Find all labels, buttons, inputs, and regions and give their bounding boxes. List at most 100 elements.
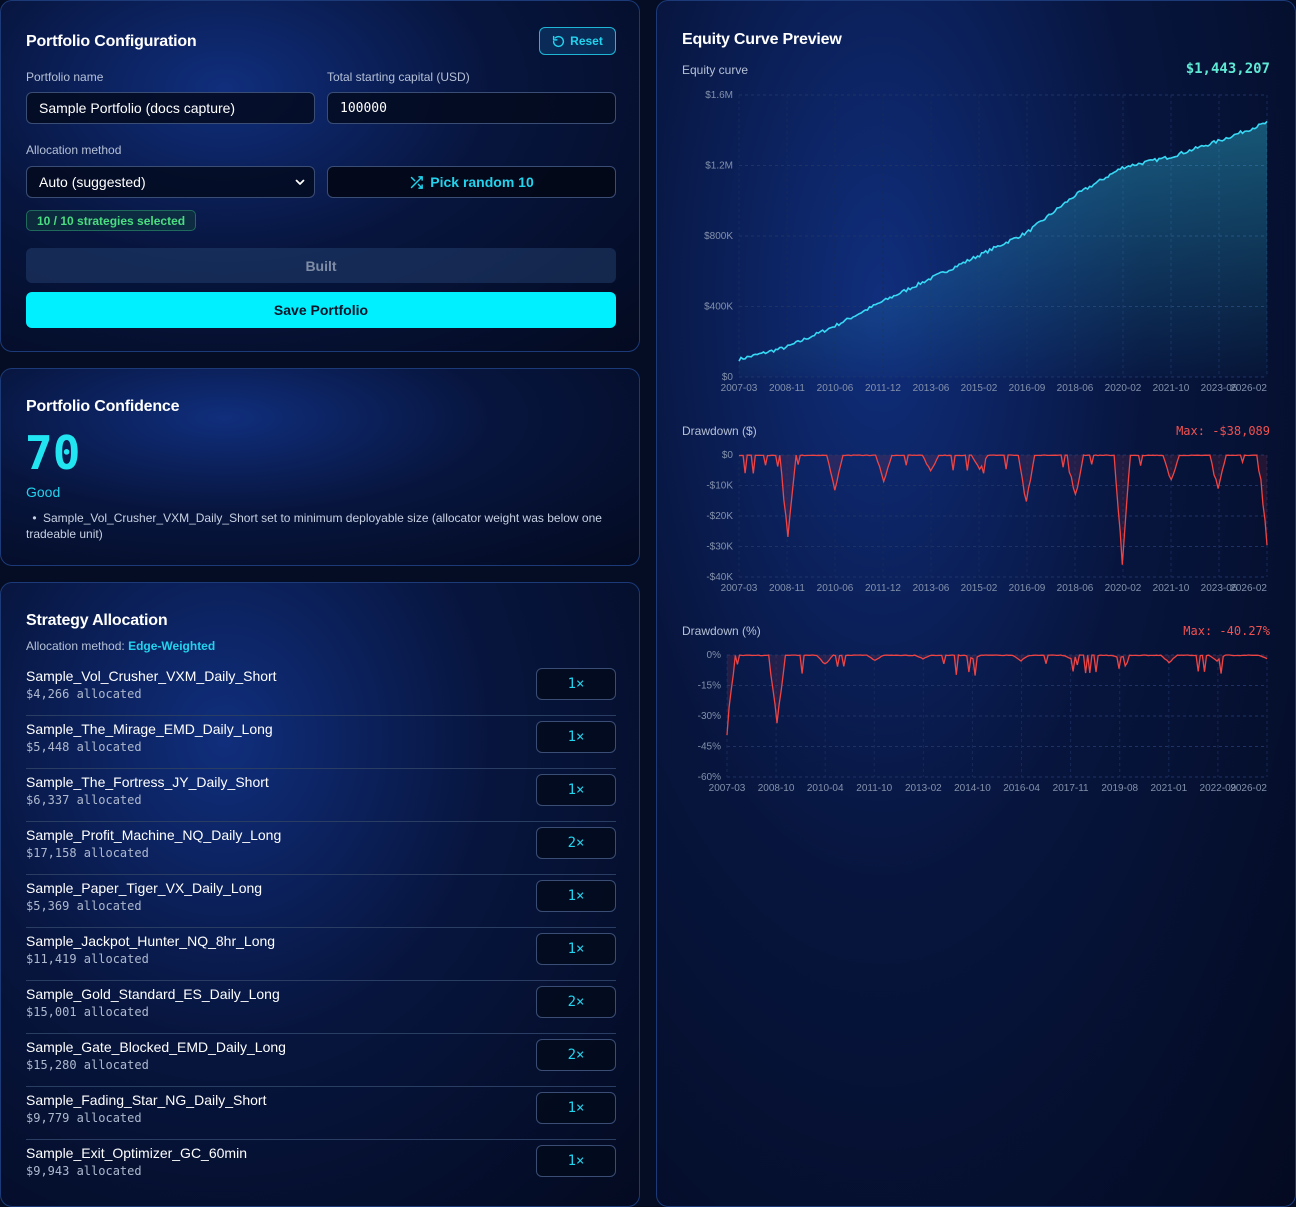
multiplier-button[interactable]: 1× [536, 933, 616, 965]
allocation-method-name: Edge-Weighted [128, 639, 216, 653]
strategy-name: Sample_Exit_Optimizer_GC_60min [26, 1145, 247, 1161]
allocated-amount: $9,779 allocated [26, 1111, 142, 1125]
allocated-amount: $9,943 allocated [26, 1164, 142, 1178]
save-portfolio-button[interactable]: Save Portfolio [26, 292, 616, 328]
drawdown-area [739, 455, 1267, 565]
y-tick-label: -30% [698, 711, 721, 722]
y-tick-label: $0 [722, 450, 734, 461]
allocation-method-line: Allocation method: Edge-Weighted [26, 639, 215, 653]
y-tick-label: -$30K [706, 542, 733, 553]
allocated-amount: $6,337 allocated [26, 793, 142, 807]
allocation-method-select[interactable]: Auto (suggested) [26, 166, 315, 198]
allocated-amount: $17,158 allocated [26, 846, 149, 860]
x-tick-label: 2016-09 [1009, 383, 1046, 394]
allocated-amount: $15,001 allocated [26, 1005, 149, 1019]
y-tick-label: -$40K [706, 572, 733, 583]
starting-capital-input[interactable]: 100000 [327, 92, 616, 124]
allocated-amount: $5,369 allocated [26, 899, 142, 913]
confidence-note: • Sample_Vol_Crusher_VXM_Daily_Short set … [26, 510, 616, 542]
starting-capital-value: 100000 [340, 100, 387, 116]
pick-random-label: Pick random 10 [430, 174, 534, 190]
x-tick-label: 2018-06 [1057, 583, 1094, 594]
drawdown-usd-chart: $0 -$10K -$20K -$30K -$40K2007-03 2008-11 2010… [706, 450, 1268, 594]
shuffle-icon [411, 175, 424, 189]
x-tick-label: 2008-11 [769, 383, 805, 394]
multiplier-button[interactable]: 2× [536, 1039, 616, 1071]
starting-capital-label: Total starting capital (USD) [327, 70, 470, 84]
confidence-score: 70 [25, 426, 81, 480]
x-tick-label: 2007-03 [721, 583, 758, 594]
strategy-name: Sample_Paper_Tiger_VX_Daily_Long [26, 880, 263, 896]
strategy-name: Sample_Gate_Blocked_EMD_Daily_Long [26, 1039, 286, 1055]
strategy-name: Sample_Gold_Standard_ES_Daily_Long [26, 986, 280, 1002]
rotate-ccw-icon [553, 35, 565, 47]
built-button[interactable]: Built [26, 248, 616, 283]
x-tick-label: 2007-03 [721, 383, 758, 394]
multiplier-button[interactable]: 2× [536, 827, 616, 859]
x-tick-label: 2008-11 [769, 583, 805, 594]
allocation-method-label: Allocation method [26, 143, 122, 157]
x-tick-label: 2021-10 [1153, 583, 1190, 594]
strategy-name: Sample_Vol_Crusher_VXM_Daily_Short [26, 668, 277, 684]
x-tick-label: 2015-02 [961, 383, 998, 394]
panel-title: Equity Curve Preview [682, 31, 842, 48]
strategy-name: Sample_Profit_Machine_NQ_Daily_Long [26, 827, 282, 843]
x-tick-label: 2011-12 [865, 383, 901, 394]
confidence-rating: Good [26, 484, 61, 500]
x-tick-label: 2008-10 [758, 783, 795, 794]
x-tick-label: 2013-06 [913, 383, 950, 394]
y-tick-label: -45% [698, 742, 721, 753]
equity-final-value: $1,443,207 [1185, 61, 1270, 77]
multiplier-button[interactable]: 1× [536, 668, 616, 700]
multiplier-button[interactable]: 1× [536, 774, 616, 806]
equity-curve-chart: $0 $400K $800K $1.2M $1.6M 2007-03 2008-11 2010… [704, 90, 1268, 394]
y-tick-label: $400K [704, 302, 733, 313]
multiplier-button[interactable]: 1× [536, 721, 616, 753]
portfolio-name-input[interactable]: Sample Portfolio (docs capture) [26, 92, 315, 124]
reset-button[interactable]: Reset [539, 27, 616, 55]
portfolio-name-value: Sample Portfolio (docs capture) [39, 100, 236, 116]
x-tick-label: 2010-06 [817, 383, 854, 394]
drawdown-usd-label: Drawdown ($) [682, 424, 757, 438]
drawdown-usd-max: Max: -$38,089 [1176, 424, 1270, 438]
x-tick-label: 2020-02 [1105, 583, 1142, 594]
strategy-name: Sample_The_Mirage_EMD_Daily_Long [26, 721, 273, 737]
equity-curve-preview-panel: Equity Curve Preview Equity curve $1,443… [656, 0, 1296, 1207]
y-tick-label: -$10K [706, 481, 733, 492]
multiplier-button[interactable]: 1× [536, 1145, 616, 1177]
list-item: Sample_Fading_Star_NG_Daily_Short $9,779… [26, 1087, 616, 1140]
multiplier-button[interactable]: 1× [536, 880, 616, 912]
pick-random-button[interactable]: Pick random 10 [327, 166, 616, 198]
strategy-name: Sample_The_Fortress_JY_Daily_Short [26, 774, 269, 790]
equity-area [739, 121, 1267, 378]
x-tick-label: 2026-02 [1230, 583, 1267, 594]
multiplier-button[interactable]: 1× [536, 1092, 616, 1124]
x-tick-label: 2007-03 [709, 783, 746, 794]
strategies-selected-badge: 10 / 10 strategies selected [26, 210, 197, 231]
equity-curve-label: Equity curve [682, 63, 749, 77]
list-item: Sample_Exit_Optimizer_GC_60min $9,943 al… [26, 1140, 616, 1193]
strategy-allocation-panel: Strategy Allocation Allocation method: E… [0, 582, 640, 1207]
portfolio-name-label: Portfolio name [26, 70, 104, 84]
panel-title: Portfolio Configuration [26, 33, 197, 50]
y-tick-label: $0 [722, 372, 734, 383]
reset-label: Reset [570, 34, 603, 48]
portfolio-configuration-panel: Portfolio Configuration Reset Portfolio … [0, 0, 640, 352]
x-tick-label: 2015-02 [961, 583, 998, 594]
x-tick-label: 2026-02 [1230, 783, 1267, 794]
portfolio-confidence-panel: Portfolio Confidence 70 Good • Sample_Vol… [0, 368, 640, 566]
x-tick-label: 2011-10 [856, 783, 892, 794]
drawdown-line [726, 654, 1268, 736]
y-tick-label: -60% [698, 772, 721, 783]
list-item: Sample_The_Mirage_EMD_Daily_Long $5,448 … [26, 716, 616, 769]
chevron-down-icon [295, 179, 305, 185]
drawdown-pct-max: Max: -40.27% [1183, 624, 1270, 638]
drawdown-pct-label: Drawdown (%) [682, 624, 761, 638]
y-tick-label: -$20K [706, 511, 733, 522]
confidence-note-text: Sample_Vol_Crusher_VXM_Daily_Short set t… [26, 511, 602, 541]
x-tick-label: 2021-10 [1153, 383, 1190, 394]
multiplier-button[interactable]: 2× [536, 986, 616, 1018]
x-tick-label: 2016-04 [1003, 783, 1040, 794]
drawdown-area [727, 655, 1267, 736]
list-item: Sample_Jackpot_Hunter_NQ_8hr_Long $11,41… [26, 928, 616, 981]
